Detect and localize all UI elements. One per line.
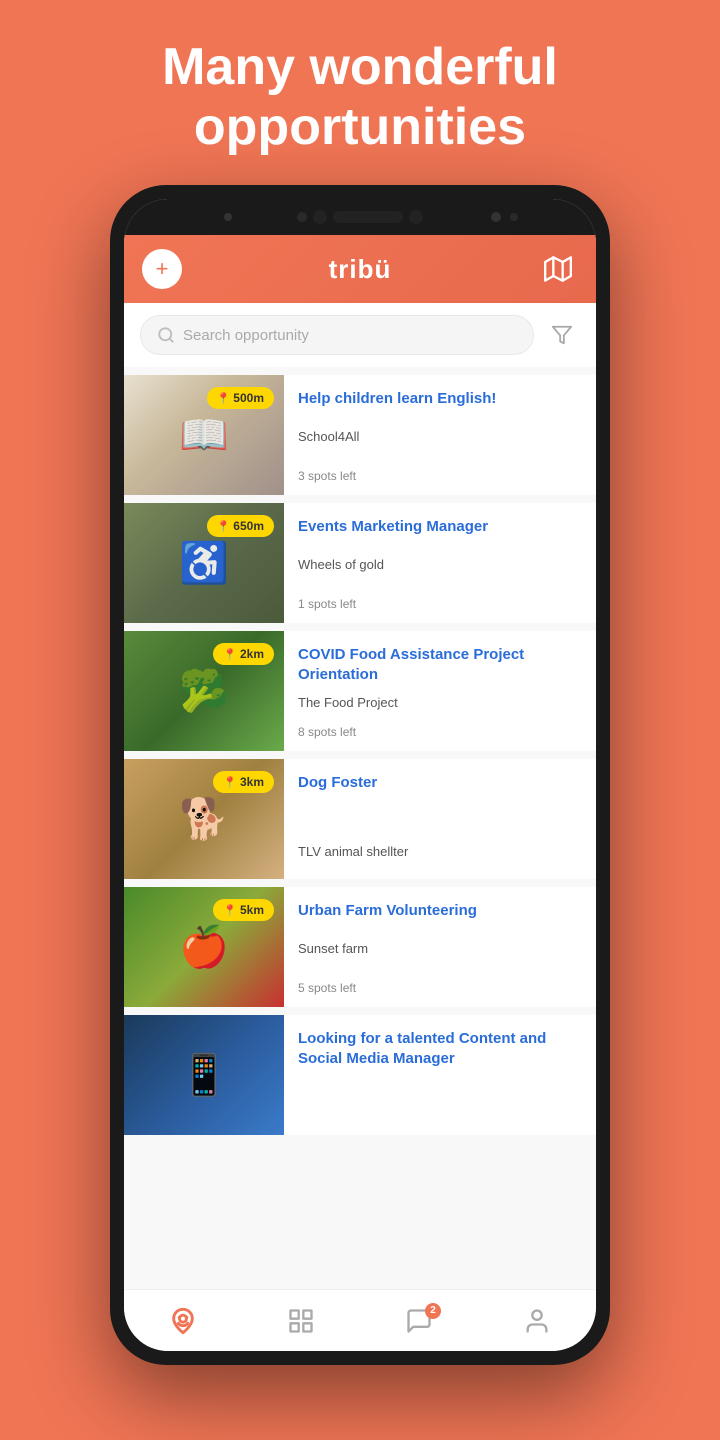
- opp-image: [124, 1015, 284, 1135]
- opp-org: Sunset farm: [298, 941, 582, 956]
- opp-title: Events Marketing Manager: [298, 517, 582, 537]
- opp-org: School4All: [298, 429, 582, 444]
- opp-image: 📍 5km: [124, 887, 284, 1007]
- opp-info: Events Marketing Manager Wheels of gold …: [284, 503, 596, 623]
- notch-dot-1: [297, 212, 307, 222]
- pin-icon: 📍: [223, 776, 237, 789]
- nav-feed[interactable]: [267, 1299, 335, 1343]
- opp-org: The Food Project: [298, 695, 582, 710]
- feed-icon: [287, 1307, 315, 1335]
- opportunities-list: 📍 500m Help children learn English! Scho…: [124, 367, 596, 1151]
- phone-shell: + tribü Search opportuni: [110, 185, 610, 1365]
- opp-org: Wheels of gold: [298, 557, 582, 572]
- opp-info: Urban Farm Volunteering Sunset farm 5 sp…: [284, 887, 596, 1007]
- search-bar-container: Search opportunity: [124, 303, 596, 367]
- notch-sensors: [297, 210, 423, 224]
- nav-messages[interactable]: 2: [385, 1299, 453, 1343]
- add-button[interactable]: +: [142, 249, 182, 289]
- opp-title: Urban Farm Volunteering: [298, 901, 582, 921]
- opp-title: Help children learn English!: [298, 389, 582, 409]
- opp-spots: 8 spots left: [298, 725, 582, 739]
- nav-home[interactable]: [149, 1299, 217, 1343]
- distance-badge: 📍 5km: [213, 899, 274, 921]
- opp-org: TLV animal shellter: [298, 844, 582, 859]
- filter-icon: [551, 324, 573, 346]
- opp-spots: 3 spots left: [298, 469, 582, 483]
- page-title: Many wonderful opportunities: [60, 38, 660, 158]
- notch-camera-left: [224, 213, 232, 221]
- search-input-wrapper[interactable]: Search opportunity: [140, 315, 534, 355]
- distance-badge: 📍 500m: [207, 387, 274, 409]
- opp-info: Looking for a talented Content and Socia…: [284, 1015, 596, 1135]
- filter-button[interactable]: [544, 317, 580, 353]
- search-icon: [157, 326, 175, 344]
- phone-screen: + tribü Search opportuni: [124, 199, 596, 1351]
- search-placeholder: Search opportunity: [183, 327, 309, 344]
- pin-icon: 📍: [217, 392, 231, 405]
- app-header: + tribü: [124, 235, 596, 303]
- opp-info: COVID Food Assistance Project Orientatio…: [284, 631, 596, 751]
- bottom-nav: 2: [124, 1289, 596, 1351]
- opp-card-3[interactable]: 📍 2km COVID Food Assistance Project Orie…: [124, 631, 596, 751]
- phone-notch: [124, 199, 596, 235]
- app-content: Search opportunity 📍 500m Help children …: [124, 303, 596, 1289]
- pin-icon: 📍: [217, 520, 231, 533]
- page-title-area: Many wonderful opportunities: [0, 0, 720, 178]
- opp-card-6[interactable]: Looking for a talented Content and Socia…: [124, 1015, 596, 1135]
- notch-dot-2: [313, 210, 327, 224]
- opp-title: Looking for a talented Content and Socia…: [298, 1029, 582, 1068]
- profile-icon: [523, 1307, 551, 1335]
- distance-badge: 📍 650m: [207, 515, 274, 537]
- messages-badge: 2: [425, 1303, 441, 1319]
- distance-badge: 📍 3km: [213, 771, 274, 793]
- opp-card-4[interactable]: 📍 3km Dog Foster TLV animal shellter: [124, 759, 596, 879]
- pin-icon: 📍: [223, 904, 237, 917]
- opp-title: Dog Foster: [298, 773, 582, 793]
- opp-spots: 5 spots left: [298, 981, 582, 995]
- notch-camera-right-2: [510, 213, 518, 221]
- opp-image: 📍 650m: [124, 503, 284, 623]
- map-icon: [544, 255, 572, 283]
- map-button[interactable]: [538, 249, 578, 289]
- opp-card-2[interactable]: 📍 650m Events Marketing Manager Wheels o…: [124, 503, 596, 623]
- opp-info: Dog Foster TLV animal shellter: [284, 759, 596, 879]
- opp-info: Help children learn English! School4All …: [284, 375, 596, 495]
- notch-dot-3: [409, 210, 423, 224]
- opp-title: COVID Food Assistance Project Orientatio…: [298, 645, 582, 684]
- opp-image: 📍 500m: [124, 375, 284, 495]
- distance-badge: 📍 2km: [213, 643, 274, 665]
- opp-spots: 1 spots left: [298, 597, 582, 611]
- nav-profile[interactable]: [503, 1299, 571, 1343]
- pin-icon: 📍: [223, 648, 237, 661]
- notch-pill: [333, 211, 403, 223]
- home-icon: [169, 1307, 197, 1335]
- opp-card-5[interactable]: 📍 5km Urban Farm Volunteering Sunset far…: [124, 887, 596, 1007]
- opp-image: 📍 2km: [124, 631, 284, 751]
- notch-camera-right: [491, 212, 501, 222]
- opp-card-1[interactable]: 📍 500m Help children learn English! Scho…: [124, 375, 596, 495]
- app-logo: tribü: [329, 254, 392, 285]
- opp-image: 📍 3km: [124, 759, 284, 879]
